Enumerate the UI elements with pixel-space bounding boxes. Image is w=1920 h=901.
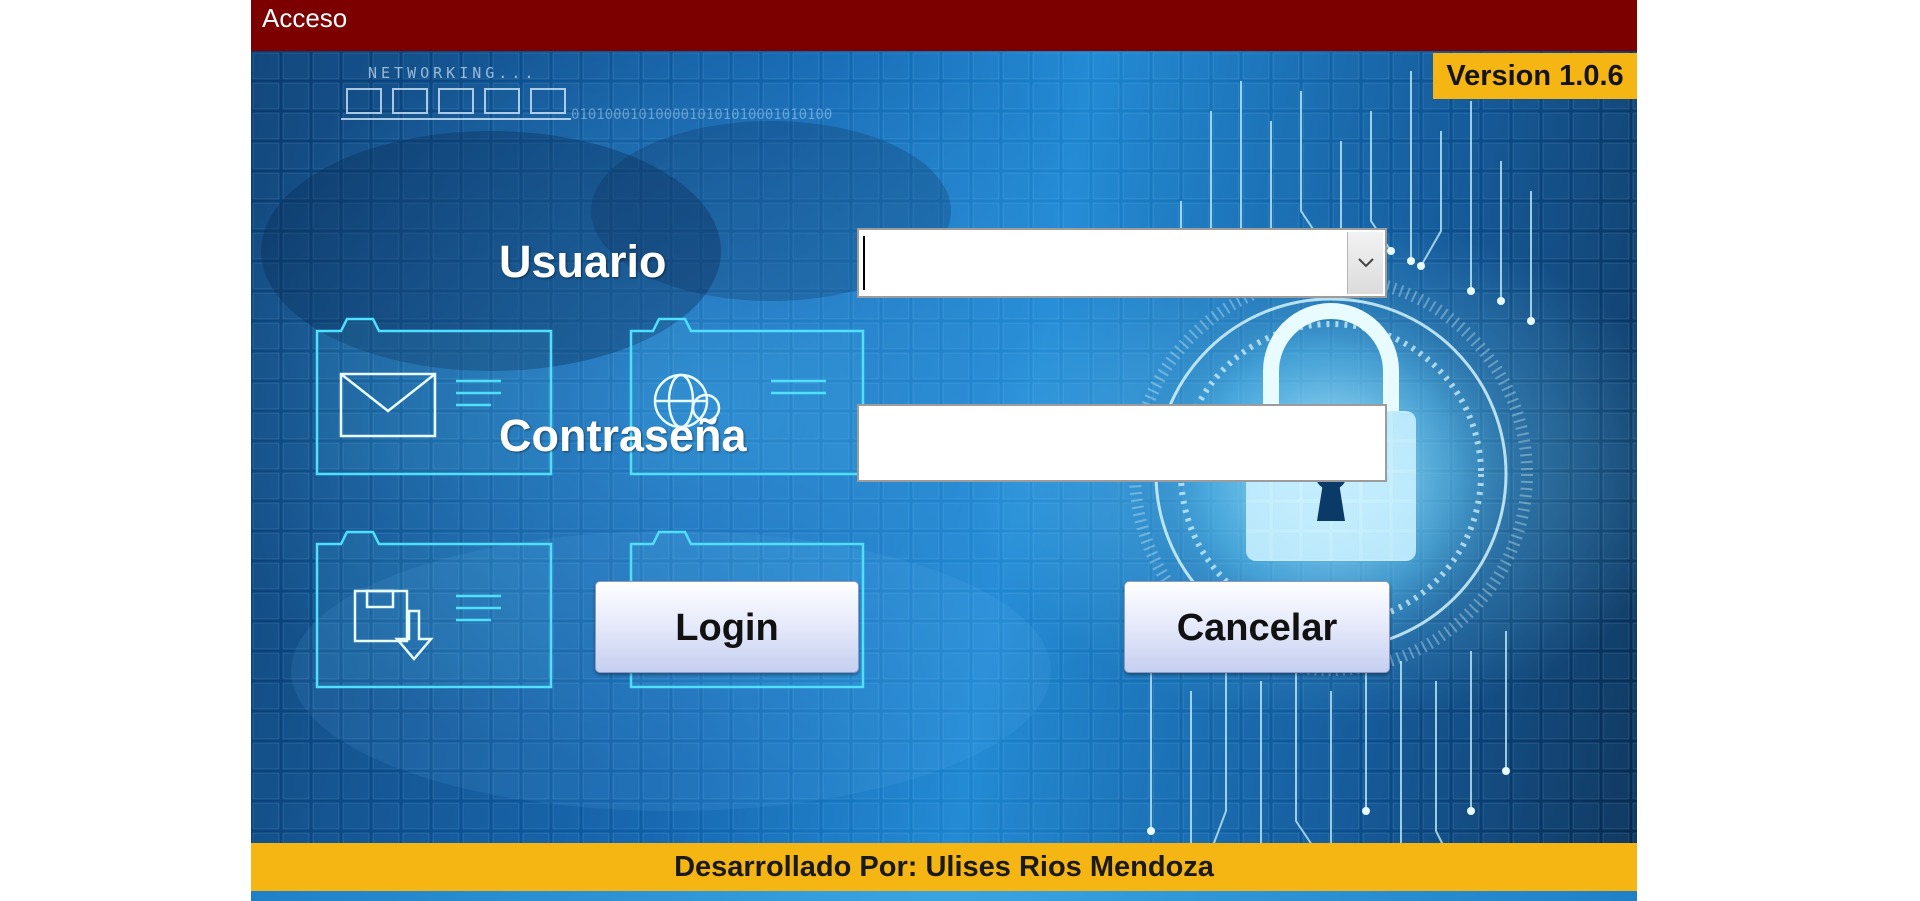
- username-combobox[interactable]: [857, 228, 1387, 298]
- version-badge: Version 1.0.6: [1433, 53, 1637, 99]
- login-window: Acceso NETWORKING... 0101000101000010101…: [251, 0, 1637, 901]
- title-bar[interactable]: Acceso: [251, 0, 1637, 51]
- login-button[interactable]: Login: [595, 581, 859, 673]
- password-label: Contraseña: [499, 410, 747, 461]
- dropdown-arrow-icon: [1358, 258, 1374, 268]
- username-label: Usuario: [499, 236, 667, 287]
- cancel-button[interactable]: Cancelar: [1124, 581, 1390, 673]
- text-caret: [863, 236, 865, 290]
- bottom-strip: [251, 891, 1637, 901]
- developer-credit: Desarrollado Por: Ulises Rios Mendoza: [251, 843, 1637, 891]
- window-title: Acceso: [262, 3, 348, 33]
- svg-text:010100010100001010101000101010: 0101000101000010101010001010100: [571, 107, 832, 123]
- save-folder-icon: [315, 530, 553, 689]
- password-field[interactable]: [857, 404, 1387, 482]
- username-dropdown-button[interactable]: [1347, 232, 1383, 294]
- svg-text:NETWORKING...: NETWORKING...: [368, 64, 537, 82]
